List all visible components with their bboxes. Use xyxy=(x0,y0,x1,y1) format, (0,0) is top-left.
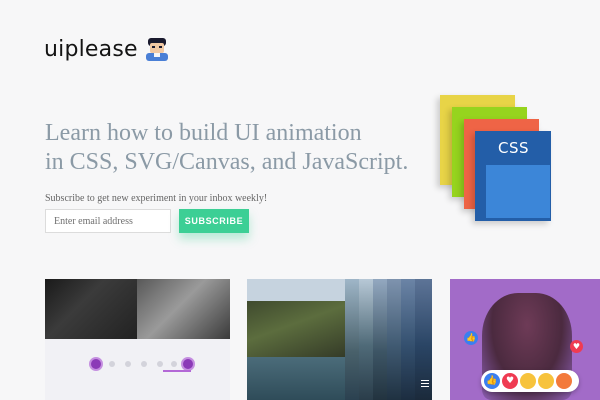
card-blue: CSS xyxy=(475,131,551,221)
like-icon: 👍 xyxy=(484,373,500,389)
headline-line-2: in CSS, SVG/Canvas, and JavaScript. xyxy=(45,149,409,175)
thumbnail-cliff-strips[interactable] xyxy=(247,279,432,400)
css-label: CSS xyxy=(498,139,530,157)
slider-dot-active xyxy=(181,357,195,371)
slider-dot xyxy=(157,361,163,367)
cat-photo-left xyxy=(45,279,137,339)
photo-strip xyxy=(345,279,359,400)
cat-photo-right xyxy=(137,279,230,339)
dots-slider xyxy=(89,357,195,371)
headline-line-1: Learn how to build UI animation xyxy=(45,120,362,146)
card-blue-inner xyxy=(486,165,550,218)
photo-strip xyxy=(373,279,387,400)
logo[interactable]: uiplease xyxy=(44,36,170,62)
slider-track xyxy=(163,370,191,372)
cliff-photo xyxy=(247,301,357,361)
photo-strip xyxy=(387,279,401,400)
slider-dot xyxy=(125,361,131,367)
boy-avatar-icon xyxy=(145,38,168,61)
haha-icon xyxy=(520,373,536,389)
cat-photo xyxy=(45,279,230,339)
slider-dot xyxy=(109,361,115,367)
thumbnail-reactions[interactable]: 👍 ♥ 👍 ♥ xyxy=(450,279,600,400)
love-icon: ♥ xyxy=(502,373,518,389)
slider-dot xyxy=(141,361,147,367)
subscribe-description: Subscribe to get new experiment in your … xyxy=(45,193,268,204)
slider-dot xyxy=(171,361,177,367)
like-badge-icon: 👍 xyxy=(464,331,478,345)
logo-text: uiplease xyxy=(44,36,138,62)
hero-headline: Learn how to build UI animation in CSS, … xyxy=(45,119,425,177)
photo-strip xyxy=(359,279,373,400)
photo-strip xyxy=(401,279,415,400)
email-input[interactable] xyxy=(45,209,171,233)
slider-dot-active xyxy=(89,357,103,371)
stacked-cards-illustration: CSS xyxy=(440,95,560,235)
wow-icon xyxy=(538,373,554,389)
subscribe-button[interactable]: SUBSCRIBE xyxy=(179,209,249,233)
menu-icon xyxy=(421,380,429,387)
angry-icon xyxy=(556,373,572,389)
reaction-bar: 👍 ♥ xyxy=(481,370,579,392)
thumbnail-cat-slider[interactable] xyxy=(45,279,230,400)
heart-badge-icon: ♥ xyxy=(570,340,583,353)
